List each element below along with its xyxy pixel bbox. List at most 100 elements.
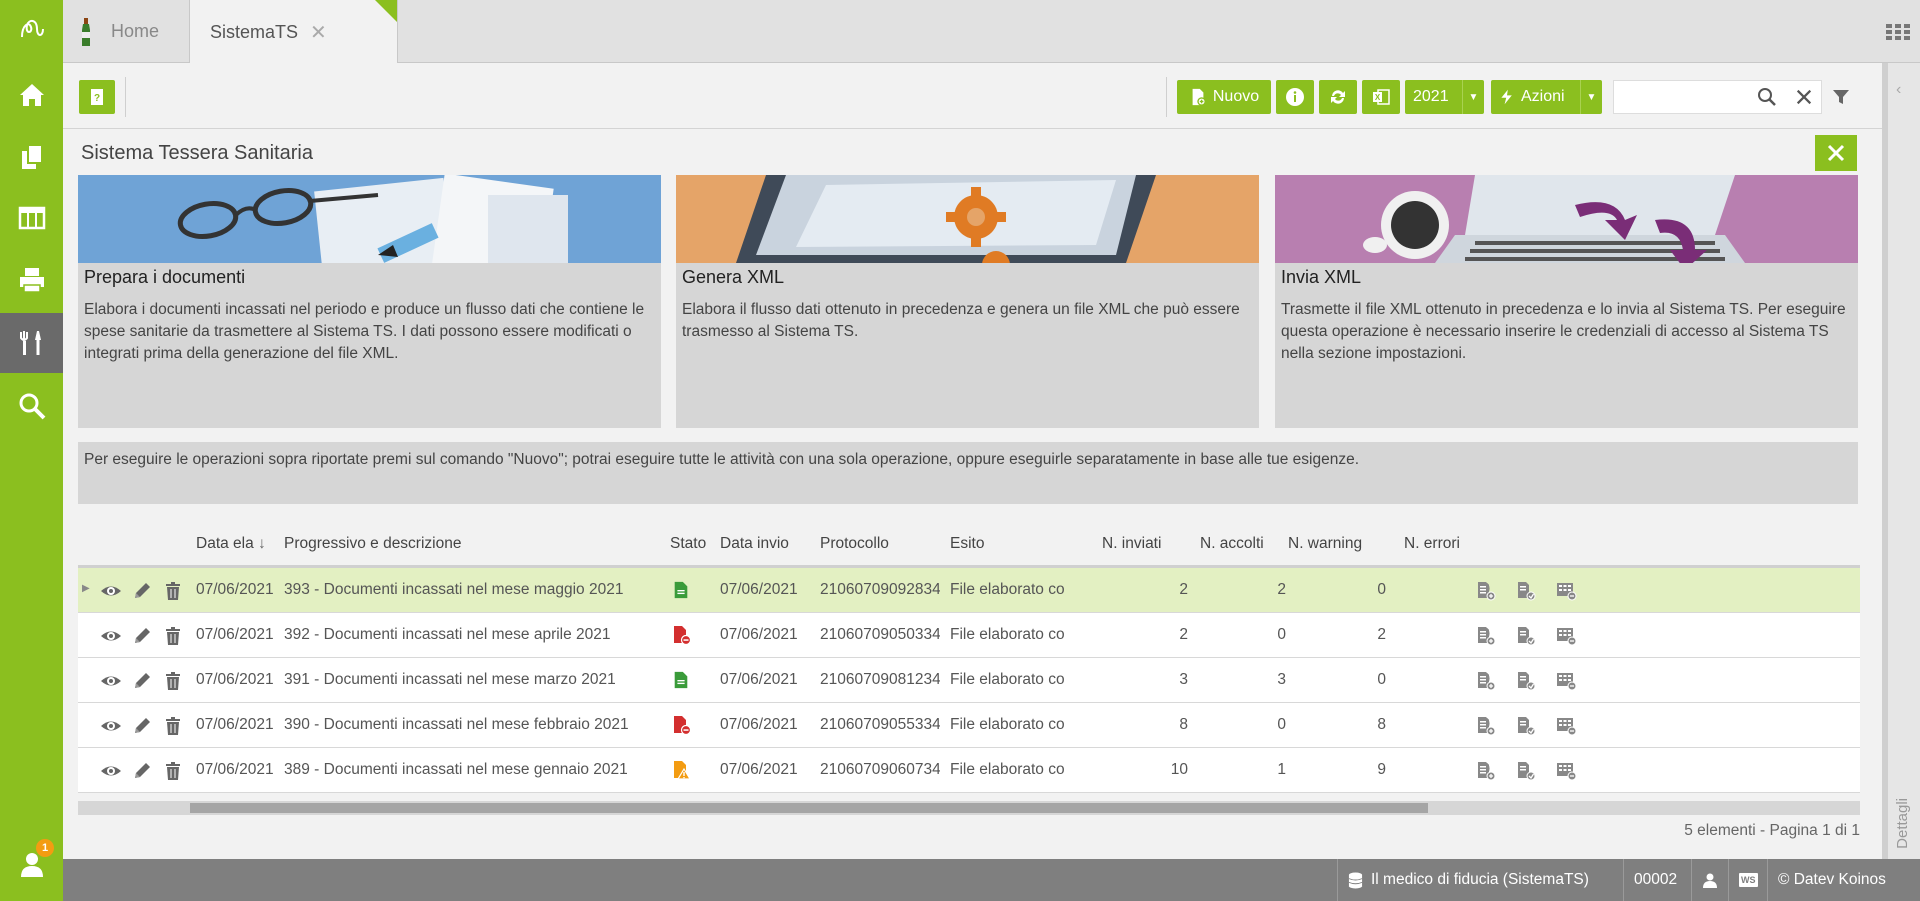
view-icon[interactable]	[100, 715, 122, 737]
nuovo-button[interactable]: Nuovo	[1177, 80, 1271, 114]
chevron-left-icon[interactable]: ‹	[1896, 81, 1901, 99]
delete-icon[interactable]	[162, 670, 184, 692]
info-message: Per eseguire le operazioni sopra riporta…	[78, 442, 1858, 504]
view-icon[interactable]	[100, 670, 122, 692]
view-icon[interactable]	[100, 760, 122, 782]
user-icon	[1703, 873, 1717, 888]
view-icon[interactable]	[100, 580, 122, 602]
edit-icon[interactable]	[131, 580, 153, 602]
printer-icon[interactable]	[0, 250, 63, 310]
documents-icon[interactable]	[0, 127, 63, 187]
col-n-warning[interactable]: N. warning	[1288, 535, 1362, 553]
status-user-button[interactable]	[1691, 859, 1728, 901]
tab-bar: Home SistemaTS ✕	[63, 0, 1920, 64]
add-document-icon[interactable]	[1475, 760, 1497, 782]
col-stato[interactable]: Stato	[670, 535, 706, 553]
add-document-icon[interactable]	[1475, 625, 1497, 647]
delete-icon[interactable]	[162, 760, 184, 782]
home-icon[interactable]	[0, 65, 63, 125]
edit-icon[interactable]	[131, 625, 153, 647]
scrollbar-thumb[interactable]	[190, 803, 1428, 813]
cell-data-invio: 07/06/2021	[720, 581, 798, 598]
close-panel-button[interactable]	[1815, 135, 1857, 171]
table-row[interactable]: 07/06/2021 390 - Documenti incassati nel …	[78, 703, 1860, 748]
azioni-menu[interactable]: Azioni ▼	[1491, 80, 1602, 114]
col-n-inviati[interactable]: N. inviati	[1102, 535, 1161, 553]
calendar-icon[interactable]	[0, 188, 63, 248]
col-n-accolti[interactable]: N. accolti	[1200, 535, 1264, 553]
tab-sistemats[interactable]: SistemaTS ✕	[190, 0, 398, 64]
toolbar-separator	[1166, 77, 1167, 117]
expand-row-icon[interactable]: ▶	[82, 583, 90, 594]
card-description: Elabora il flusso dati ottenuto in prece…	[682, 301, 1240, 340]
tab-home[interactable]: Home	[63, 0, 190, 63]
horizontal-scrollbar[interactable]	[78, 801, 1860, 815]
info-icon	[1286, 88, 1304, 106]
cell-esito: File elaborato co	[950, 716, 1065, 733]
table-export-icon[interactable]	[1555, 715, 1577, 737]
search-icon[interactable]	[0, 376, 63, 436]
year-select[interactable]: 2021 ▼	[1405, 80, 1484, 114]
delete-icon[interactable]	[162, 580, 184, 602]
apps-grid-icon[interactable]	[1884, 18, 1912, 46]
tab-close-icon[interactable]: ✕	[310, 20, 327, 45]
confirm-document-icon[interactable]	[1515, 760, 1537, 782]
table-export-icon[interactable]	[1555, 580, 1577, 602]
col-protocollo[interactable]: Protocollo	[820, 535, 889, 553]
edit-icon[interactable]	[131, 670, 153, 692]
confirm-document-icon[interactable]	[1515, 580, 1537, 602]
table-export-icon[interactable]	[1555, 670, 1577, 692]
detail-panel-collapsed[interactable]: ‹ Dettagli	[1882, 63, 1920, 859]
col-data-ela[interactable]: Data ela ↓	[196, 535, 266, 553]
add-document-icon[interactable]	[1475, 715, 1497, 737]
col-esito[interactable]: Esito	[950, 535, 984, 553]
year-label: 2021	[1413, 88, 1449, 105]
search-button[interactable]	[1753, 83, 1781, 111]
excel-export-button[interactable]: X	[1362, 80, 1400, 114]
user-menu[interactable]: 1	[0, 839, 63, 889]
table-row[interactable]: 07/06/2021 392 - Documenti incassati nel …	[78, 613, 1860, 658]
cell-n-accolti: 1	[1277, 761, 1286, 778]
search-input[interactable]	[1614, 81, 1754, 113]
cell-data-ela: 07/06/2021	[196, 671, 274, 688]
clear-search-button[interactable]	[1790, 83, 1818, 111]
view-icon[interactable]	[100, 625, 122, 647]
add-document-icon[interactable]	[1475, 670, 1497, 692]
confirm-document-icon[interactable]	[1515, 715, 1537, 737]
col-n-errori[interactable]: N. errori	[1404, 535, 1460, 553]
year-caret-icon[interactable]: ▼	[1462, 80, 1484, 114]
delete-icon[interactable]	[162, 715, 184, 737]
tools-icon[interactable]	[0, 313, 63, 373]
info-button[interactable]	[1276, 80, 1314, 114]
table-header: Data ela ↓ Progressivo e descrizione Sta…	[78, 528, 1860, 568]
add-document-icon[interactable]	[1475, 580, 1497, 602]
cell-data-invio: 07/06/2021	[720, 626, 798, 643]
database-selector[interactable]: Il medico di fiducia (SistemaTS)	[1337, 859, 1599, 901]
table-row[interactable]: 07/06/2021 391 - Documenti incassati nel …	[78, 658, 1860, 703]
help-doc-icon: ?	[91, 89, 103, 105]
table-row[interactable]: 07/06/2021 389 - Documenti incassati nel …	[78, 748, 1860, 793]
edit-icon[interactable]	[131, 715, 153, 737]
confirm-document-icon[interactable]	[1515, 670, 1537, 692]
tab-corner-marker	[375, 0, 397, 22]
delete-icon[interactable]	[162, 625, 184, 647]
toolbar: ? Nuovo X 2021 ▼ Azioni ▼	[63, 63, 1882, 129]
col-progressivo[interactable]: Progressivo e descrizione	[284, 535, 461, 553]
cell-n-inviati: 2	[1179, 581, 1188, 598]
logo-icon[interactable]	[0, 0, 63, 60]
col-data-invio[interactable]: Data invio	[720, 535, 789, 553]
cell-progressivo: 392 - Documenti incassati nel mese april…	[284, 626, 611, 643]
ws-button[interactable]: WS	[1728, 859, 1768, 901]
table-row[interactable]: ▶ 07/06/2021 393 - Documenti incassati nel…	[78, 568, 1860, 613]
edit-icon[interactable]	[131, 760, 153, 782]
excel-icon: X	[1373, 89, 1390, 105]
filter-button[interactable]	[1827, 83, 1855, 111]
magnifier-icon	[1758, 88, 1776, 106]
table-export-icon[interactable]	[1555, 625, 1577, 647]
help-button[interactable]: ?	[79, 80, 115, 114]
table-export-icon[interactable]	[1555, 760, 1577, 782]
azioni-caret-icon[interactable]: ▼	[1580, 80, 1602, 114]
refresh-button[interactable]	[1319, 80, 1357, 114]
clear-icon	[1796, 89, 1812, 105]
confirm-document-icon[interactable]	[1515, 625, 1537, 647]
